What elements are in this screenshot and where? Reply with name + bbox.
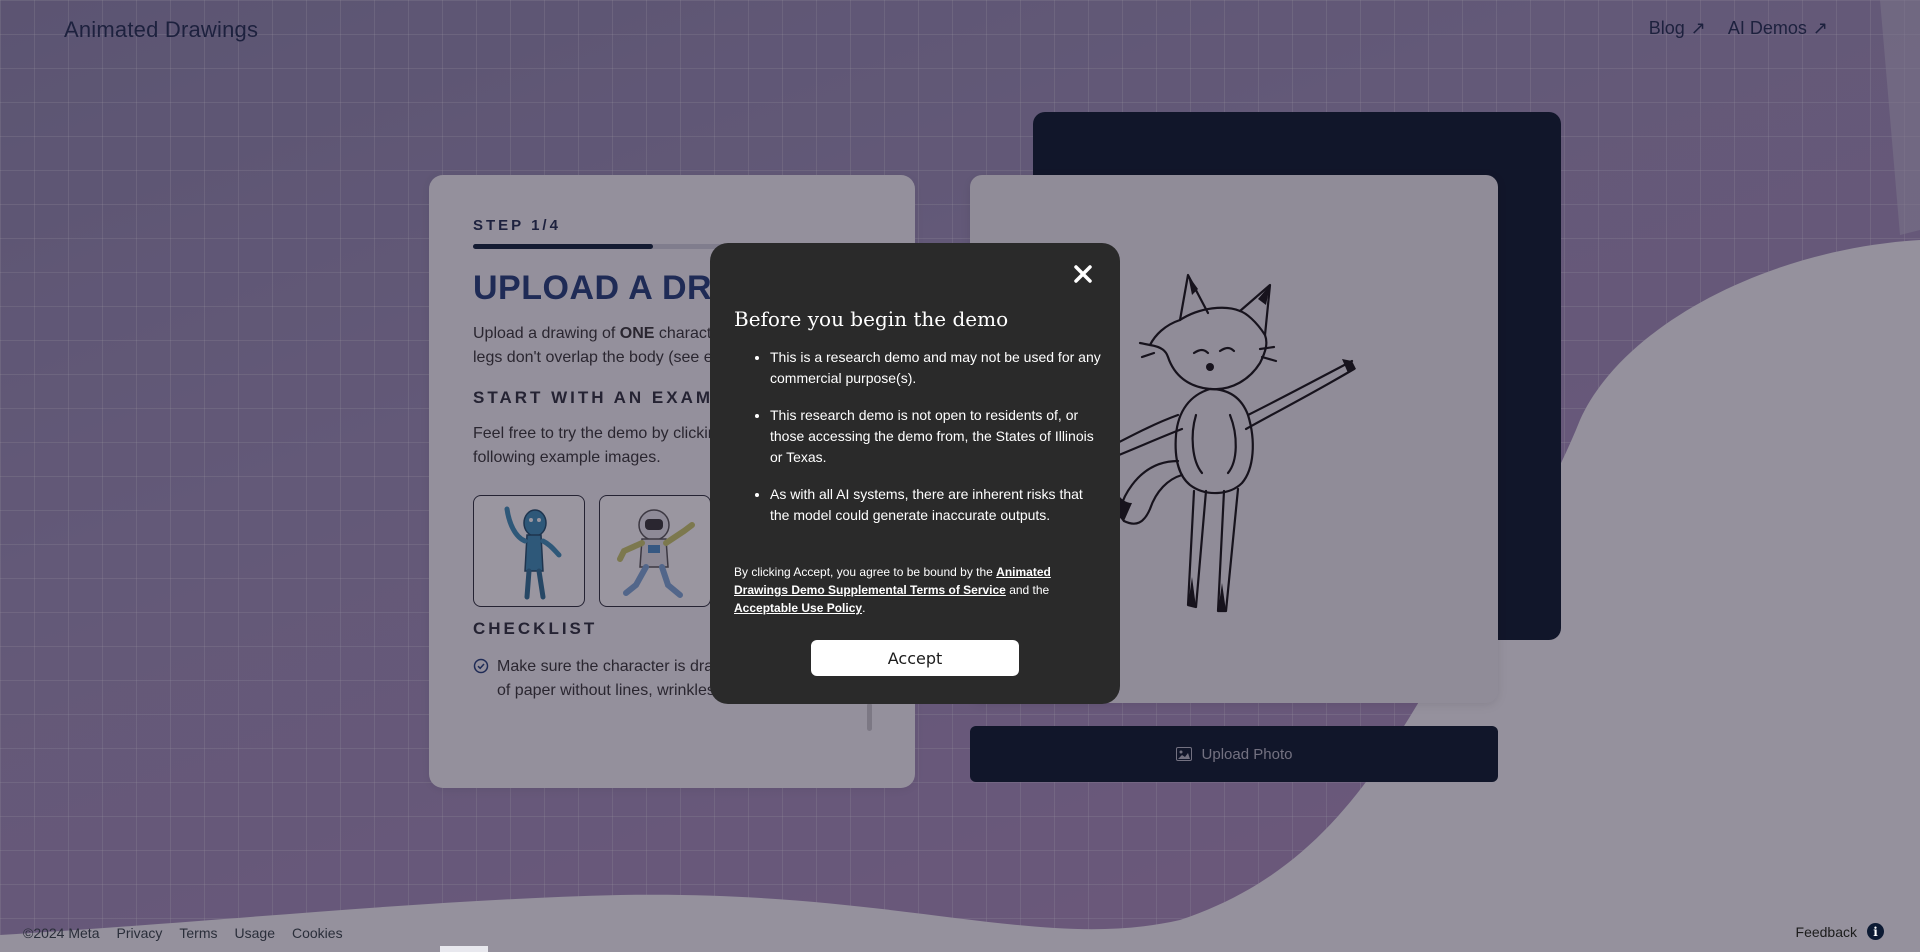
terms-text: and the: [1005, 583, 1050, 597]
info-icon: i: [1867, 923, 1884, 940]
close-icon[interactable]: [1070, 261, 1096, 287]
footer-link-privacy[interactable]: Privacy: [116, 925, 162, 941]
terms-modal: Before you begin the demo This is a rese…: [710, 243, 1120, 704]
terms-text: .: [862, 601, 866, 615]
modal-title: Before you begin the demo: [734, 307, 1009, 331]
footer-link-usage[interactable]: Usage: [235, 925, 275, 941]
footer-links: ©2024 Meta Privacy Terms Usage Cookies: [23, 925, 343, 941]
footer-link-terms[interactable]: Terms: [179, 925, 217, 941]
copyright-text: ©2024 Meta: [23, 925, 100, 941]
modal-notice-item: This research demo is not open to reside…: [770, 405, 1102, 468]
modal-notice-list: This is a research demo and may not be u…: [750, 347, 1102, 542]
acceptable-use-policy-link[interactable]: Acceptable Use Policy: [734, 601, 862, 615]
feedback-label: Feedback: [1795, 923, 1857, 940]
terms-agreement-text: By clicking Accept, you agree to be boun…: [734, 563, 1096, 617]
footer-link-cookies[interactable]: Cookies: [292, 925, 343, 941]
bottom-indicator: [440, 946, 488, 952]
terms-text: By clicking Accept, you agree to be boun…: [734, 565, 997, 579]
feedback-button[interactable]: Feedback i: [1796, 923, 1884, 940]
modal-notice-item: As with all AI systems, there are inhere…: [770, 484, 1102, 526]
accept-button[interactable]: Accept: [811, 640, 1019, 676]
modal-notice-item: This is a research demo and may not be u…: [770, 347, 1102, 389]
